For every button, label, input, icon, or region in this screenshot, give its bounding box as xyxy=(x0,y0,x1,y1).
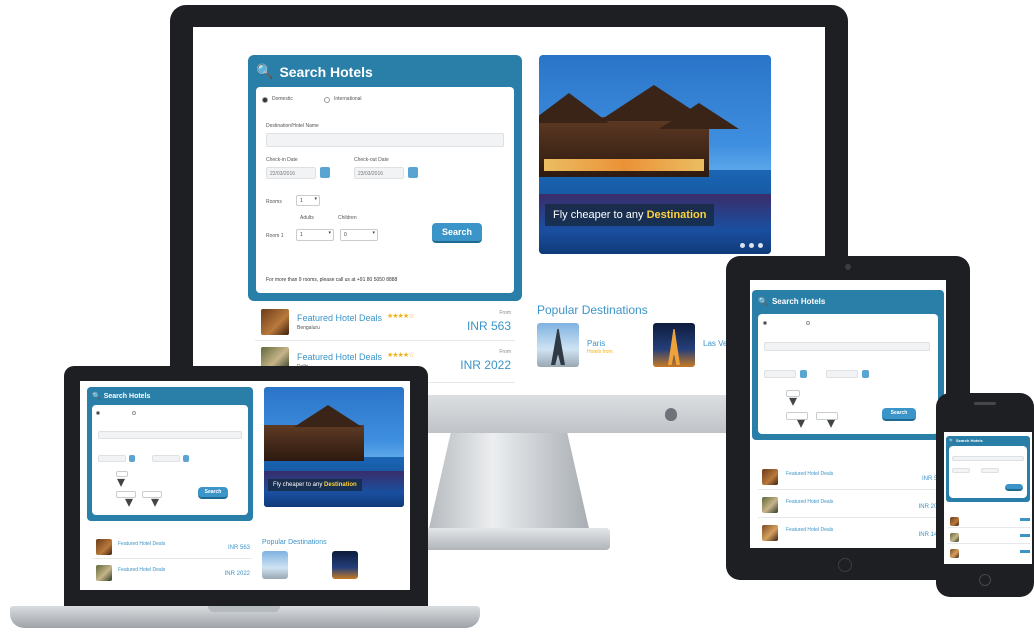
eiffel-tower-icon xyxy=(551,329,565,365)
hero-roof xyxy=(659,103,739,129)
hero-lights xyxy=(544,159,704,171)
las-vegas-thumbnail[interactable] xyxy=(653,323,695,367)
monitor-screen: 🔍 Search Hotels Domestic International D… xyxy=(193,27,825,395)
deal-price: INR 2022 xyxy=(460,358,511,372)
checkout-label: Check-out Date xyxy=(354,157,389,163)
hero-slider[interactable]: Fly cheaper to any Destination xyxy=(539,55,771,254)
help-text: For more than 9 rooms, please call us at… xyxy=(266,277,398,283)
deal-stars: ★★★★☆ xyxy=(387,352,414,359)
calendar-icon[interactable] xyxy=(320,167,330,178)
slider-dot[interactable] xyxy=(749,243,754,248)
deal-row[interactable]: Featured Hotel Deals ★★★★☆ Delhi From IN… xyxy=(255,343,515,383)
rooms-label: Rooms xyxy=(266,199,282,205)
destination-name[interactable]: Paris xyxy=(587,339,605,348)
monitor-chin xyxy=(170,395,848,433)
deal-from: From xyxy=(499,310,511,316)
radio-domestic[interactable] xyxy=(262,97,268,103)
search-button[interactable]: Search xyxy=(432,223,482,243)
radio-international[interactable] xyxy=(324,97,330,103)
hero-caption: Fly cheaper to any Destination xyxy=(545,204,715,226)
monitor-stand-base xyxy=(410,528,610,550)
destination-sub: Hotels from xyxy=(587,349,613,355)
popular-destinations-title: Popular Destinations xyxy=(537,303,648,317)
paris-thumbnail[interactable] xyxy=(537,323,579,367)
deal-thumbnail xyxy=(261,347,289,371)
panel-title: Search Hotels xyxy=(279,63,373,80)
desktop-monitor: 🔍 Search Hotels Domestic International D… xyxy=(0,0,1034,637)
search-hotels-panel: 🔍 Search Hotels Domestic International D… xyxy=(248,55,522,301)
caption-text: Fly cheaper to any xyxy=(553,209,644,221)
checkin-label: Check-in Date xyxy=(266,157,298,163)
adults-select[interactable]: 1 xyxy=(296,229,334,241)
radio-domestic-label: Domestic xyxy=(272,96,293,102)
slider-dot[interactable] xyxy=(740,243,745,248)
tower-icon xyxy=(668,329,680,365)
deal-from: From xyxy=(499,349,511,355)
radio-international-label: International xyxy=(334,96,362,102)
slider-dots[interactable] xyxy=(740,243,763,248)
rooms-select[interactable]: 1 xyxy=(296,195,320,206)
calendar-icon[interactable] xyxy=(408,167,418,178)
deal-price: INR 563 xyxy=(466,319,511,333)
hotel-name-input[interactable] xyxy=(266,133,504,147)
deal-title[interactable]: Featured Hotel Deals xyxy=(297,313,382,323)
children-label: Children xyxy=(338,215,357,221)
room1-label: Room 1 xyxy=(266,233,284,239)
checkin-input[interactable]: 22/03/2016 xyxy=(266,167,316,179)
deal-city: Delhi xyxy=(297,364,309,370)
children-select[interactable]: 0 xyxy=(340,229,378,241)
apple-logo-icon xyxy=(665,408,677,421)
monitor-stand xyxy=(428,433,590,533)
slider-dot[interactable] xyxy=(758,243,763,248)
deal-stars: ★★★★☆ xyxy=(387,313,414,320)
hotel-name-label: Destination/Hotel Name xyxy=(266,123,319,129)
deal-thumbnail xyxy=(261,309,289,335)
checkout-input[interactable]: 23/03/2016 xyxy=(354,167,404,179)
panel-header: 🔍 Search Hotels xyxy=(256,63,373,80)
destination-name[interactable]: Las Vegas xyxy=(703,339,740,348)
deal-city: Bengaluru xyxy=(297,325,320,331)
caption-highlight: Destination xyxy=(646,209,707,221)
search-icon: 🔍 xyxy=(256,63,274,79)
deal-row[interactable]: Featured Hotel Deals ★★★★☆ Bengaluru Fro… xyxy=(255,301,515,341)
search-form: Domestic International Destination/Hotel… xyxy=(256,87,514,293)
deal-title[interactable]: Featured Hotel Deals xyxy=(297,352,382,362)
adults-label: Adults xyxy=(300,215,314,221)
